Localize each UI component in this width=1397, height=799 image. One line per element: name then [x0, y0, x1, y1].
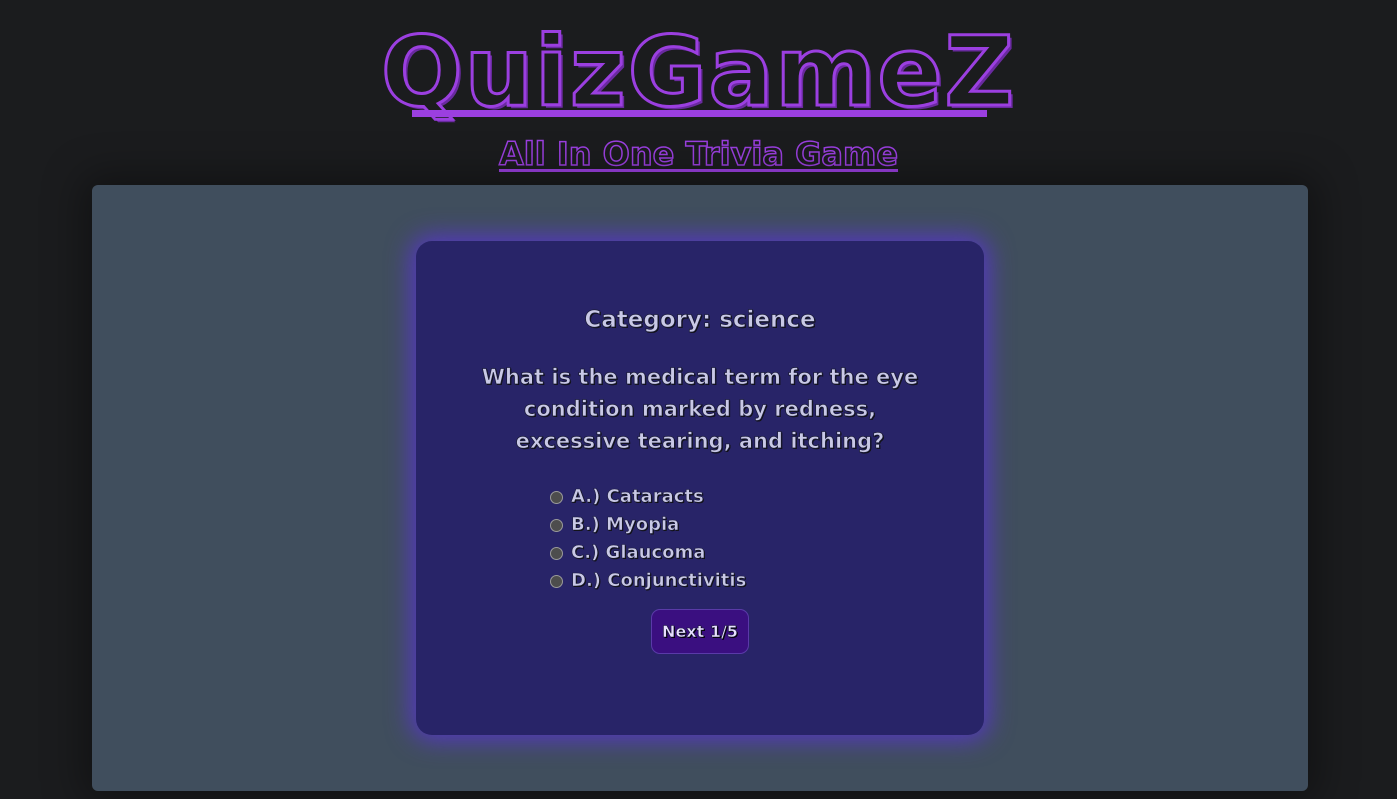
radio-button[interactable] — [550, 574, 563, 588]
answer-option-c[interactable]: C.) Glaucoma — [550, 539, 870, 567]
quiz-card: Category: science What is the medical te… — [416, 241, 984, 735]
radio-button[interactable] — [550, 490, 563, 504]
answer-label: D.) Conjunctivitis — [571, 570, 747, 592]
answer-option-b[interactable]: B.) Myopia — [550, 511, 870, 539]
question-category: Category: science — [584, 307, 816, 334]
radio-button[interactable] — [550, 518, 563, 532]
logo-underline — [412, 110, 987, 117]
app-subtitle: All In One Trivia Game — [498, 134, 899, 174]
answer-option-a[interactable]: A.) Cataracts — [550, 483, 870, 511]
answer-option-d[interactable]: D.) Conjunctivitis — [550, 567, 870, 595]
next-question-button[interactable]: Next 1/5 — [651, 609, 749, 654]
answer-label: C.) Glaucoma — [571, 542, 706, 564]
question-text: What is the medical term for the eye con… — [481, 365, 919, 454]
radio-button[interactable] — [550, 546, 563, 560]
app-logo: QuizGameZ — [379, 16, 1017, 128]
answer-label: B.) Myopia — [571, 514, 680, 536]
answer-options: A.) Cataracts B.) Myopia C.) Glaucoma D.… — [550, 483, 870, 595]
answer-label: A.) Cataracts — [571, 486, 704, 508]
